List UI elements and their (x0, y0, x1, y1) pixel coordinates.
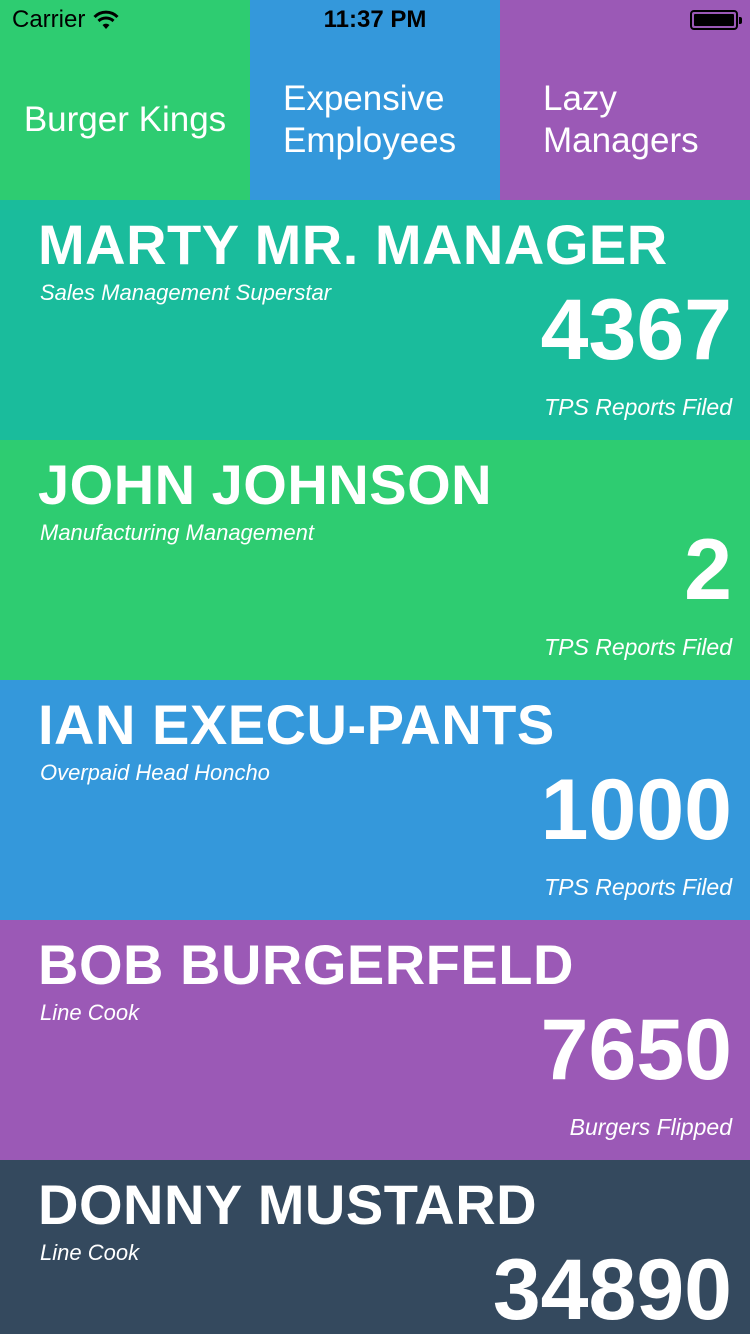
tab-label: Lazy Managers (543, 78, 699, 162)
employee-count: 4367 (540, 282, 732, 378)
tab-label-line: Employees (283, 121, 457, 160)
battery-icon (690, 10, 742, 30)
tab-label: Burger Kings (24, 99, 226, 141)
tab-label-line: Expensive (283, 79, 445, 118)
employee-title: Overpaid Head Honcho (40, 760, 270, 785)
tab-label: Expensive Employees (283, 78, 456, 162)
employee-title: Sales Management Superstar (40, 280, 332, 305)
employee-title: Line Cook (40, 1000, 140, 1025)
battery-level (694, 14, 734, 26)
employee-card[interactable]: MARTY MR. MANAGER Sales Management Super… (0, 200, 750, 440)
employee-name: IAN EXECU-PANTS (38, 693, 555, 756)
employee-name: JOHN JOHNSON (38, 453, 493, 516)
tab-label-line: Managers (543, 121, 699, 160)
employee-metric: TPS Reports Filed (544, 394, 732, 420)
employee-name: BOB BURGERFELD (38, 933, 574, 996)
employee-card[interactable]: BOB BURGERFELD Line Cook 7650 Burgers Fl… (0, 920, 750, 1160)
employee-name: MARTY MR. MANAGER (38, 213, 668, 276)
employee-count: 34890 (492, 1242, 732, 1334)
employee-metric: Burgers Flipped (569, 1114, 732, 1140)
employee-metric: TPS Reports Filed (544, 874, 732, 900)
employee-count: 7650 (540, 1002, 732, 1098)
employee-card[interactable]: JOHN JOHNSON Manufacturing Management 2 … (0, 440, 750, 680)
employee-count: 1000 (540, 762, 732, 858)
employee-title: Line Cook (40, 1240, 140, 1265)
tab-label-line: Lazy (543, 79, 617, 118)
tab-label-line: Burger Kings (23, 100, 227, 139)
employee-card[interactable]: IAN EXECU-PANTS Overpaid Head Honcho 100… (0, 680, 750, 920)
employee-title: Manufacturing Management (40, 520, 314, 545)
status-bar: Carrier 11:37 PM (0, 0, 750, 40)
employee-name: DONNY MUSTARD (38, 1173, 538, 1236)
battery-terminal (739, 17, 742, 24)
employee-list[interactable]: MARTY MR. MANAGER Sales Management Super… (0, 200, 750, 1334)
employee-count: 2 (684, 522, 732, 618)
employee-metric: TPS Reports Filed (544, 634, 732, 660)
employee-card[interactable]: DONNY MUSTARD Line Cook 34890 (0, 1160, 750, 1334)
clock: 11:37 PM (323, 6, 427, 33)
